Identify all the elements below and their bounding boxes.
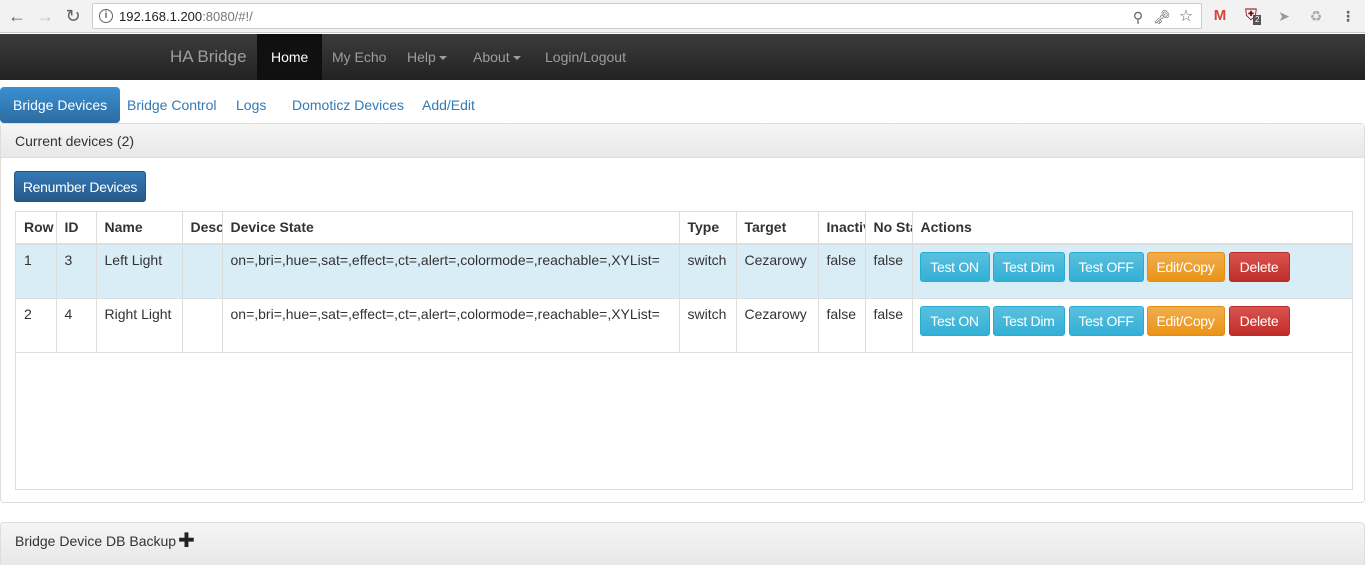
caret-down-icon xyxy=(438,56,447,61)
url-path: :8080/#!/ xyxy=(202,9,253,24)
column-header-no-state[interactable]: No State xyxy=(865,212,913,245)
key-icon[interactable]: 🗝 xyxy=(1153,8,1171,26)
column-header-name[interactable]: Name xyxy=(96,212,183,245)
forward-arrow-icon[interactable]: → xyxy=(34,5,56,27)
cell-target: Cezarowy xyxy=(736,298,819,353)
column-header-row[interactable]: Row xyxy=(16,212,57,245)
nav-help[interactable]: Help xyxy=(393,34,461,80)
plus-icon[interactable]: ✚ xyxy=(178,531,195,551)
cell-actions: Test ON Test Dim Test OFF Edit/Copy Dele… xyxy=(912,244,1352,299)
delete-button[interactable]: Delete xyxy=(1228,252,1290,282)
delete-button[interactable]: Delete xyxy=(1228,305,1290,336)
nav-about-label: About xyxy=(473,49,510,65)
cell-row: 1 xyxy=(16,244,57,299)
table-header-row: Row ID Name Description Device State Typ… xyxy=(16,212,1352,245)
cell-description xyxy=(182,298,223,353)
column-header-device-state[interactable]: Device State xyxy=(222,212,680,245)
db-backup-label: Bridge Device DB Backup xyxy=(15,533,177,549)
cell-row: 2 xyxy=(16,298,57,353)
column-header-id[interactable]: ID xyxy=(56,212,97,245)
cell-name: Right Light xyxy=(96,298,183,353)
cell-actions: Test ON Test Dim Test OFF Edit/Copy Dele… xyxy=(912,298,1352,353)
cell-type: switch xyxy=(679,298,737,353)
cell-type: switch xyxy=(679,244,737,299)
cell-no-state: false xyxy=(865,244,913,299)
nav-my-echo[interactable]: My Echo xyxy=(318,34,400,80)
cell-device-state: on=,bri=,hue=,sat=,effect=,ct=,alert=,co… xyxy=(222,298,680,353)
back-arrow-icon[interactable]: ← xyxy=(6,5,28,27)
column-header-actions: Actions xyxy=(912,212,1352,245)
cell-target: Cezarowy xyxy=(736,244,819,299)
cell-inactive: false xyxy=(818,298,866,353)
url-text[interactable]: 192.168.1.200:8080/#!/ xyxy=(119,9,253,24)
cell-name: Left Light xyxy=(96,244,183,299)
brand-title[interactable]: HA Bridge xyxy=(170,47,247,67)
current-devices-panel: Current devices (2) Renumber Devices Row… xyxy=(0,123,1365,503)
caret-down-icon xyxy=(512,56,521,61)
nav-login-logout[interactable]: Login/Logout xyxy=(531,34,640,80)
test-on-button[interactable]: Test ON xyxy=(919,252,990,282)
gmail-icon[interactable]: M xyxy=(1210,6,1230,26)
cell-id: 4 xyxy=(56,298,97,353)
extension-badge: 2 xyxy=(1253,15,1262,25)
cell-id: 3 xyxy=(56,244,97,299)
bookmark-star-icon[interactable]: ☆ xyxy=(1177,8,1195,26)
nav-help-label: Help xyxy=(407,49,436,65)
column-header-inactive[interactable]: Inactive xyxy=(818,212,866,245)
tab-bridge-control[interactable]: Bridge Control xyxy=(114,87,230,123)
column-header-type[interactable]: Type xyxy=(679,212,737,245)
edit-copy-button[interactable]: Edit/Copy xyxy=(1146,305,1225,336)
browser-toolbar: ← → ↻ i 192.168.1.200:8080/#!/ ⚲ 🗝 ☆ M ⛨… xyxy=(0,0,1365,33)
cell-device-state: on=,bri=,hue=,sat=,effect=,ct=,alert=,co… xyxy=(222,244,680,299)
test-off-button[interactable]: Test OFF xyxy=(1068,305,1144,336)
devices-table: Row ID Name Description Device State Typ… xyxy=(16,212,1352,353)
edit-copy-button[interactable]: Edit/Copy xyxy=(1146,252,1225,282)
test-off-button[interactable]: Test OFF xyxy=(1068,252,1144,282)
zoom-icon[interactable]: ⚲ xyxy=(1129,8,1147,26)
tab-domoticz-devices[interactable]: Domoticz Devices xyxy=(279,87,417,123)
cell-no-state: false xyxy=(865,298,913,353)
url-host: 192.168.1.200 xyxy=(119,9,203,24)
devices-table-container: Row ID Name Description Device State Typ… xyxy=(15,211,1353,490)
column-header-target[interactable]: Target xyxy=(736,212,819,245)
menu-dots-icon[interactable]: ⋮ xyxy=(1338,6,1358,26)
panel-heading: Current devices (2) xyxy=(1,124,1364,158)
test-dim-button[interactable]: Test Dim xyxy=(992,252,1065,282)
tab-add-edit[interactable]: Add/Edit xyxy=(409,87,488,123)
db-backup-title[interactable]: Bridge Device DB Backup ✚ xyxy=(15,531,195,551)
nav-about[interactable]: About xyxy=(459,34,535,80)
extension-icon[interactable]: ♻ xyxy=(1306,6,1326,26)
db-backup-panel[interactable]: Bridge Device DB Backup ✚ xyxy=(0,522,1365,565)
reload-icon[interactable]: ↻ xyxy=(62,5,84,27)
cursor-extension-icon[interactable]: ➤ xyxy=(1274,6,1294,26)
cell-inactive: false xyxy=(818,244,866,299)
test-on-button[interactable]: Test ON xyxy=(919,305,990,336)
info-icon[interactable]: i xyxy=(99,9,113,23)
renumber-devices-button[interactable]: Renumber Devices xyxy=(14,171,146,202)
table-row[interactable]: 1 3 Left Light on=,bri=,hue=,sat=,effect… xyxy=(16,244,1352,299)
tab-bridge-devices[interactable]: Bridge Devices xyxy=(0,87,121,123)
section-tabs: Bridge Devices Bridge Control Logs Domot… xyxy=(0,87,1365,123)
cell-description xyxy=(182,244,223,299)
table-row[interactable]: 2 4 Right Light on=,bri=,hue=,sat=,effec… xyxy=(16,298,1352,353)
tab-logs[interactable]: Logs xyxy=(223,87,279,123)
panel-title: Current devices (2) xyxy=(15,133,135,149)
test-dim-button[interactable]: Test Dim xyxy=(992,305,1065,336)
column-header-description[interactable]: Description xyxy=(182,212,223,245)
nav-home[interactable]: Home xyxy=(257,34,323,80)
ublock-icon[interactable]: ⛨ 2 xyxy=(1241,6,1262,26)
address-bar[interactable]: i 192.168.1.200:8080/#!/ ⚲ 🗝 ☆ xyxy=(92,3,1202,29)
app-navbar: HA Bridge Home My Echo Help About Login/… xyxy=(0,34,1365,80)
